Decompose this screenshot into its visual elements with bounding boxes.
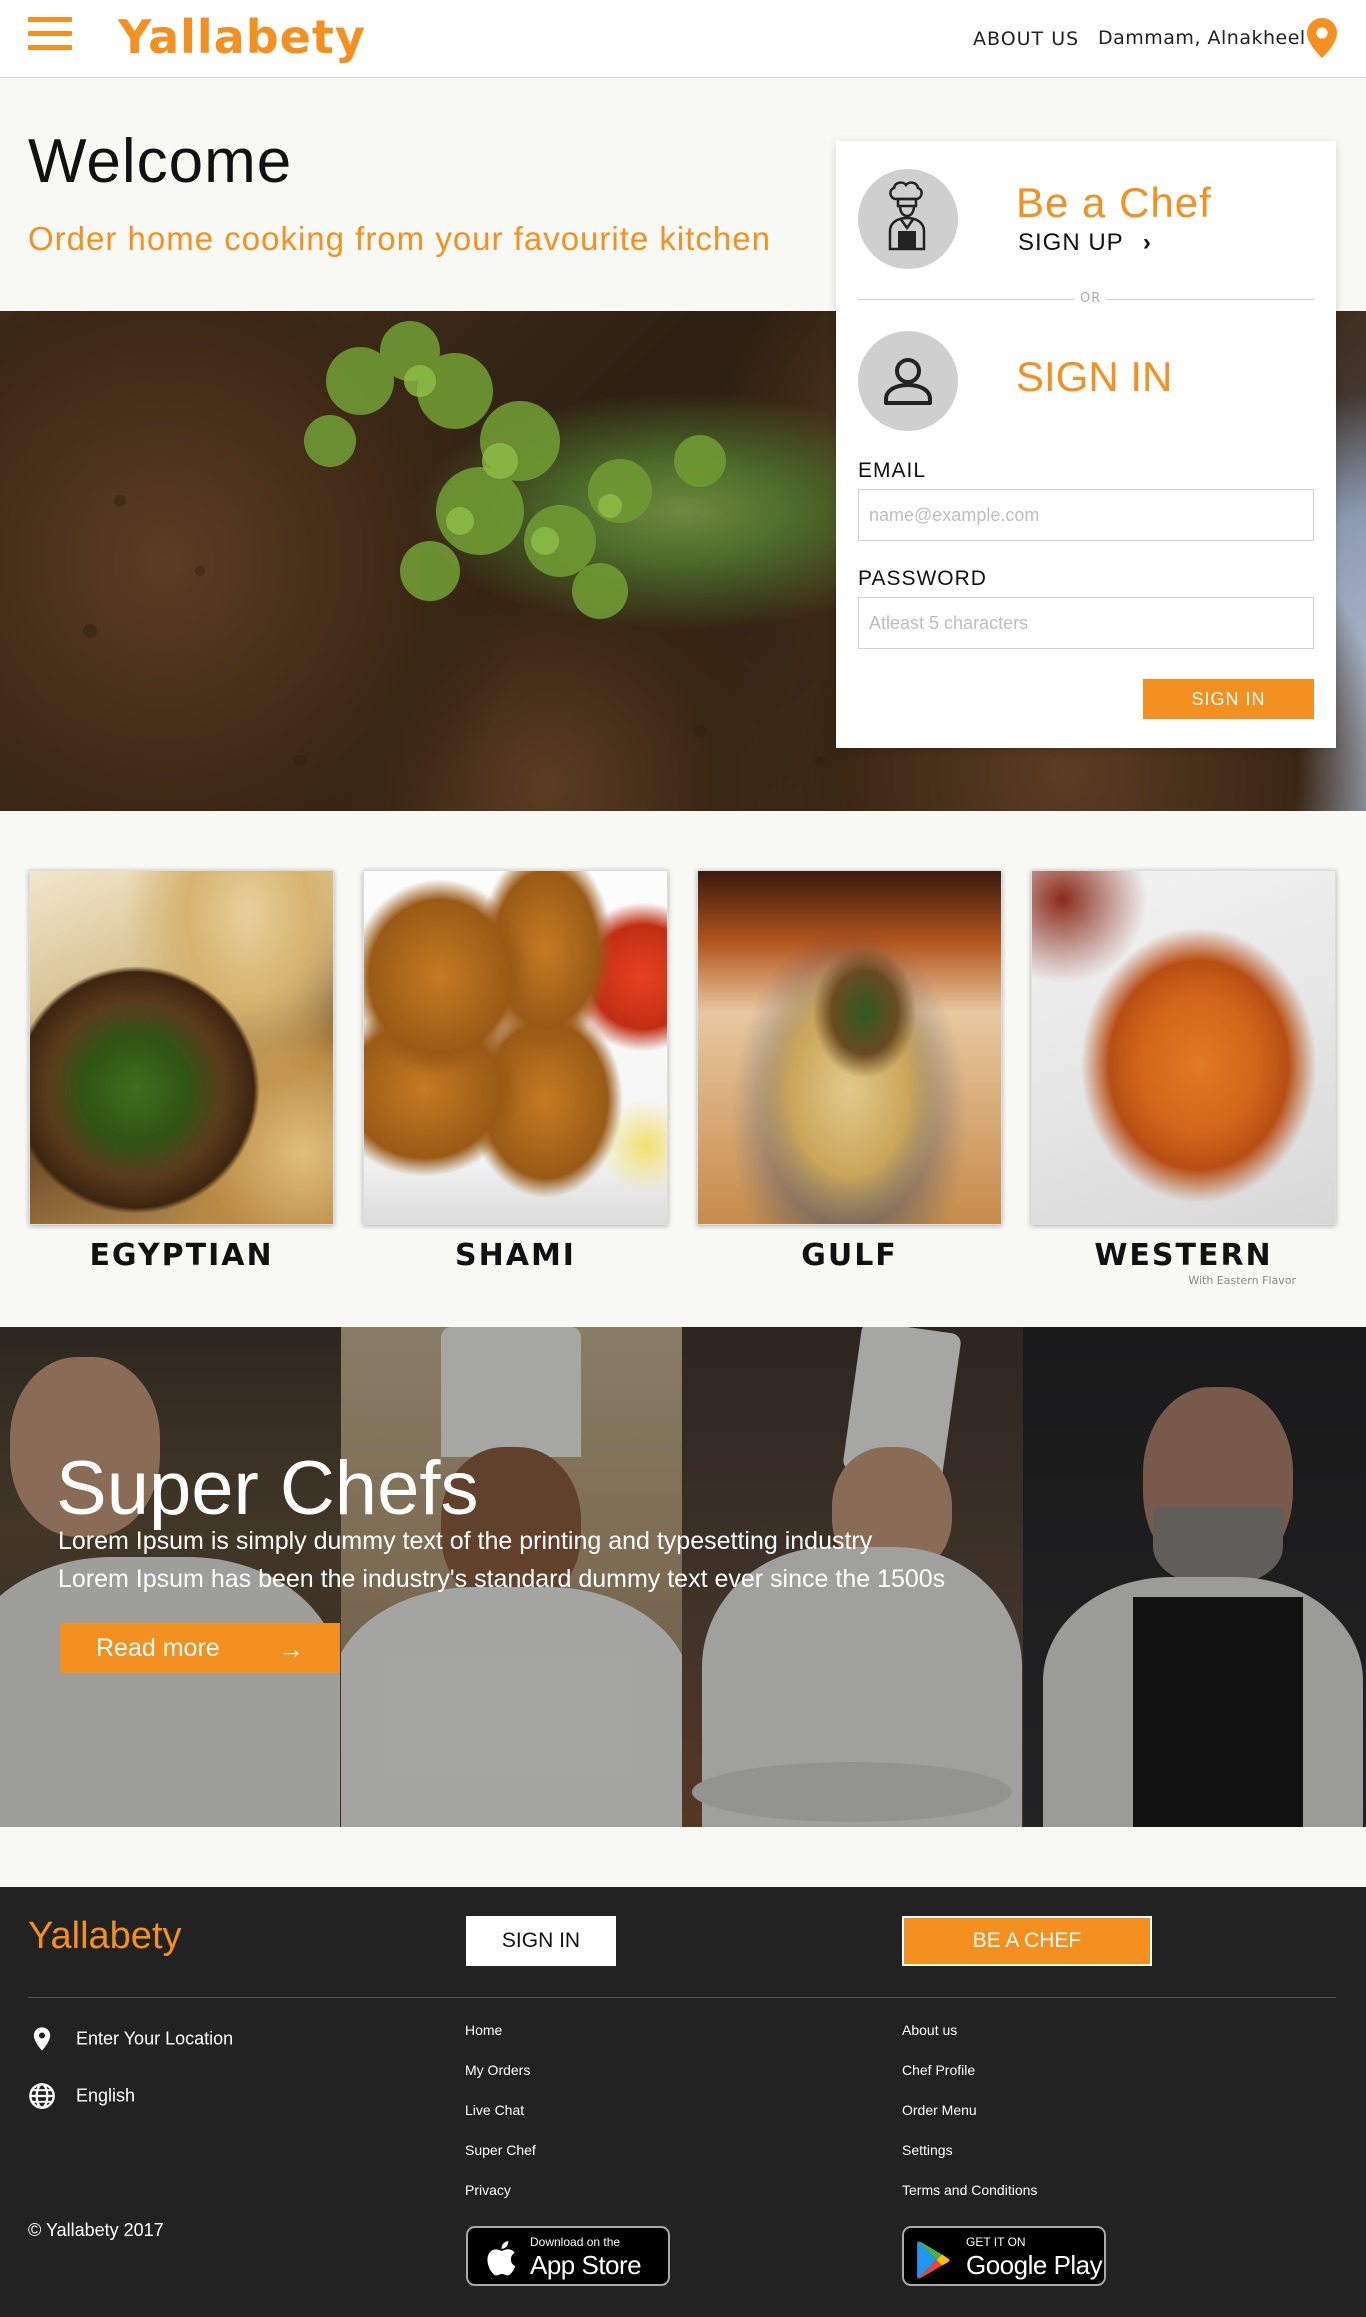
footer-link-settings[interactable]: Settings xyxy=(902,2142,953,2158)
footer-be-a-chef-button[interactable]: BE A CHEF xyxy=(902,1916,1152,1966)
arrow-right-icon: → xyxy=(278,1634,304,1664)
password-label: PASSWORD xyxy=(858,567,987,590)
footer-link-terms[interactable]: Terms and Conditions xyxy=(902,2182,1037,2198)
location-pin-icon xyxy=(33,2027,51,2051)
footer-link-live-chat[interactable]: Live Chat xyxy=(465,2102,524,2118)
app-store-badge[interactable]: Download on the App Store xyxy=(466,2226,670,2286)
footer-language[interactable]: English xyxy=(28,2082,135,2110)
password-field[interactable] xyxy=(858,597,1314,649)
chef-hat-icon xyxy=(888,181,926,251)
super-chefs-section: Super Chefs Lorem Ipsum is simply dummy … xyxy=(0,1327,1366,1827)
google-play-big-text: Google Play xyxy=(966,2250,1103,2280)
cuisine-name: WESTERN xyxy=(1094,1238,1273,1273)
cuisine-name: SHAMI xyxy=(455,1238,576,1273)
email-label: EMAIL xyxy=(858,459,927,482)
footer-logo[interactable]: Yallabety xyxy=(28,1915,182,1958)
footer-language-label: English xyxy=(76,2085,136,2106)
footer-location-label: Enter Your Location xyxy=(76,2028,234,2049)
footer-signin-button[interactable]: SIGN IN xyxy=(466,1916,616,1966)
cuisine-image-shami xyxy=(363,870,668,1225)
google-play-icon xyxy=(917,2241,950,2279)
cuisine-name: EGYPTIAN xyxy=(89,1238,274,1273)
app-store-big-text: App Store xyxy=(530,2250,642,2280)
globe-icon xyxy=(29,2083,55,2109)
read-more-label: Read more xyxy=(96,1633,220,1662)
cuisine-card-gulf[interactable]: GULF xyxy=(697,870,1002,1273)
chevron-right-icon: › xyxy=(1142,229,1152,256)
nav-location[interactable]: Dammam, Alnakheel xyxy=(1098,27,1306,49)
or-label: OR xyxy=(1074,291,1108,306)
user-avatar xyxy=(858,331,958,431)
footer-link-privacy[interactable]: Privacy xyxy=(465,2182,511,2198)
cuisine-card-western[interactable]: WESTERN With Eastern Flavor xyxy=(1031,870,1336,1287)
cuisine-image-egyptian xyxy=(29,870,334,1225)
email-field[interactable] xyxy=(858,489,1314,541)
super-chefs-title: Super Chefs xyxy=(56,1446,479,1531)
nav-about-us[interactable]: ABOUT US xyxy=(973,28,1079,50)
footer-link-super-chef[interactable]: Super Chef xyxy=(465,2142,536,2158)
site-footer: Yallabety SIGN IN BE A CHEF Enter Your L… xyxy=(0,1887,1366,2317)
cuisine-name: GULF xyxy=(801,1238,898,1273)
cuisine-image-western xyxy=(1031,870,1336,1225)
hero-tagline: Order home cooking from your favourite k… xyxy=(28,220,771,257)
apple-icon xyxy=(487,2241,516,2276)
signin-title: SIGN IN xyxy=(1016,353,1173,400)
footer-copyright: © Yallabety 2017 xyxy=(28,2220,164,2240)
be-a-chef-title: Be a Chef xyxy=(1016,179,1212,226)
footer-link-my-orders[interactable]: My Orders xyxy=(465,2062,530,2078)
super-chefs-text-2: Lorem Ipsum has been the industry's stan… xyxy=(58,1565,946,1593)
location-pin-icon[interactable] xyxy=(1307,18,1337,58)
footer-location[interactable]: Enter Your Location xyxy=(28,2025,233,2053)
app-store-small-text: Download on the xyxy=(530,2235,621,2249)
signup-label: SIGN UP xyxy=(1018,229,1124,256)
read-more-button[interactable]: Read more → xyxy=(60,1623,340,1673)
super-chefs-text-1: Lorem Ipsum is simply dummy text of the … xyxy=(58,1527,873,1555)
footer-link-chef-profile[interactable]: Chef Profile xyxy=(902,2062,975,2078)
signin-button[interactable]: SIGN IN xyxy=(1143,679,1314,719)
welcome-heading: Welcome xyxy=(28,127,293,196)
footer-divider xyxy=(28,1997,1336,1998)
google-play-badge[interactable]: GET IT ON Google Play xyxy=(902,2226,1106,2286)
user-icon xyxy=(884,358,932,405)
footer-link-home[interactable]: Home xyxy=(465,2022,502,2038)
hamburger-menu-icon[interactable] xyxy=(28,17,72,57)
footer-link-about-us[interactable]: About us xyxy=(902,2022,957,2038)
cuisine-subtitle: With Eastern Flavor xyxy=(1188,1274,1296,1287)
site-logo[interactable]: Yallabety xyxy=(118,10,366,64)
login-card: Be a Chef SIGN UP › OR SIGN IN EMAIL PAS… xyxy=(836,141,1336,748)
google-play-small-text: GET IT ON xyxy=(966,2235,1026,2249)
top-header: Yallabety ABOUT US Dammam, Alnakheel xyxy=(0,0,1366,78)
cuisine-card-egyptian[interactable]: EGYPTIAN xyxy=(29,870,334,1273)
cuisine-card-shami[interactable]: SHAMI xyxy=(363,870,668,1273)
footer-link-order-menu[interactable]: Order Menu xyxy=(902,2102,977,2118)
cuisine-image-gulf xyxy=(697,870,1002,1225)
chef-avatar xyxy=(858,169,958,269)
signup-link[interactable]: SIGN UP › xyxy=(1018,229,1152,257)
